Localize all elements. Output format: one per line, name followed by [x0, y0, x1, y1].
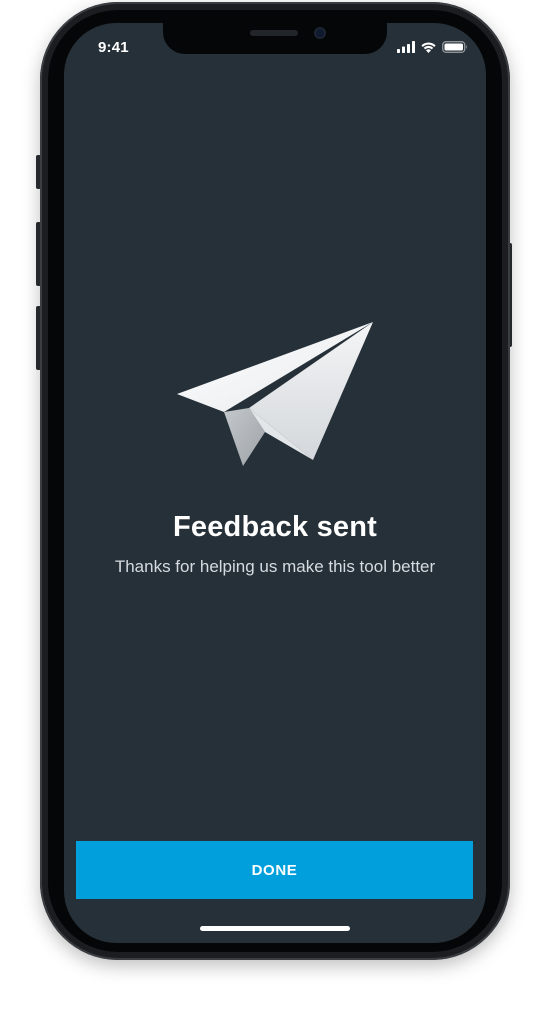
wifi-icon	[420, 40, 437, 58]
earpiece-speaker	[250, 30, 298, 36]
done-button[interactable]: DONE	[76, 841, 473, 899]
notch	[163, 23, 387, 54]
front-camera	[314, 27, 326, 39]
app-screen: 9:41 Feedback sent Thanks for helping us…	[64, 23, 486, 943]
device-mockup: 9:41 Feedback sent Thanks for helping us…	[0, 0, 546, 1024]
phone-frame: 9:41 Feedback sent Thanks for helping us…	[40, 2, 510, 960]
confirmation-title: Feedback sent	[172, 511, 378, 543]
status-icons	[397, 40, 468, 58]
paper-plane-icon	[177, 322, 373, 466]
confirmation-message: Thanks for helping us make this tool bet…	[114, 557, 436, 576]
battery-icon	[442, 40, 468, 58]
home-indicator[interactable]	[200, 926, 350, 931]
cellular-signal-icon	[397, 40, 415, 58]
status-time: 9:41	[98, 39, 129, 56]
